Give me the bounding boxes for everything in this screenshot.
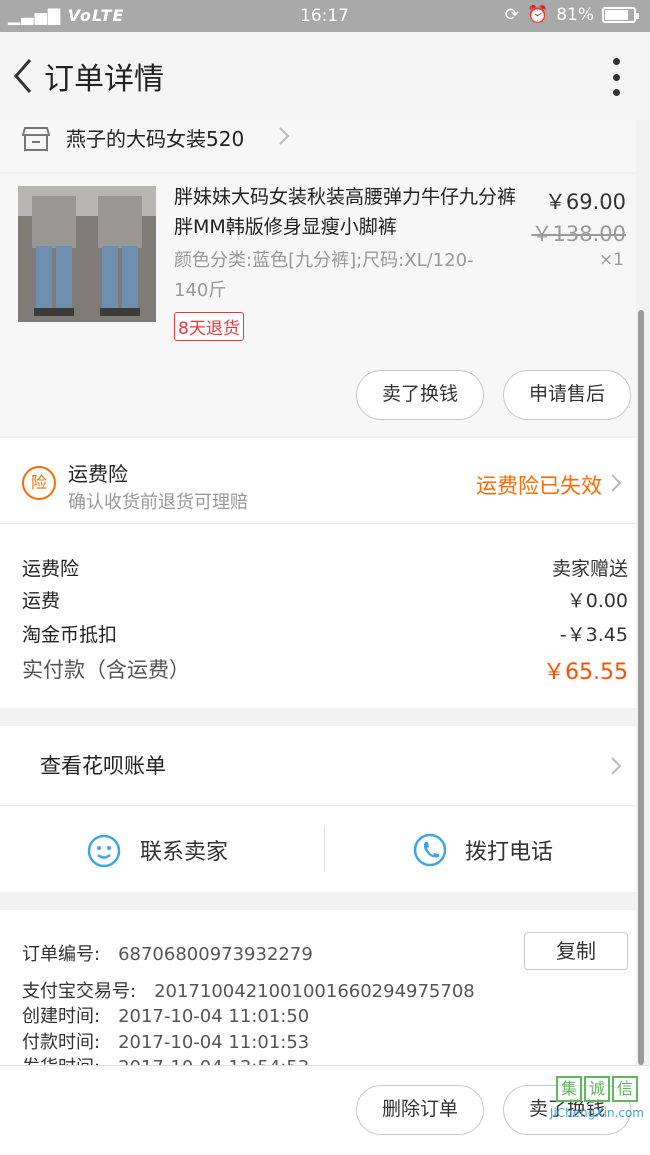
created-time-key: 创建时间: — [22, 1006, 101, 1027]
insurance-status: 运费险已失效 — [476, 474, 602, 498]
status-bar: ▁▃▅▇ VoLTE 16:17 ⟳ ⏰ 81% — [0, 0, 650, 32]
apply-after-sale-button[interactable]: 申请售后 — [503, 370, 631, 420]
phone-icon[interactable] — [412, 832, 448, 868]
alarm-icon: ⏰ — [527, 5, 549, 25]
fee-label-coins: 淘金币抵扣 — [22, 624, 118, 646]
copy-button[interactable]: 复制 — [524, 932, 628, 970]
created-time-value: 2017-10-04 11:01:50 — [118, 1006, 310, 1027]
shop-row[interactable]: 燕子的大码女装520 — [0, 120, 636, 172]
huabei-bill-row[interactable]: 查看花呗账单 — [0, 726, 636, 806]
shop-name: 燕子的大码女装520 — [66, 127, 245, 151]
lock-rotation-icon: ⟳ — [504, 5, 520, 25]
quantity: ×1 — [598, 250, 624, 270]
chevron-right-icon — [611, 757, 622, 775]
product-title[interactable]: 胖妹妹大码女装秋装高腰弹力牛仔九分裤 胖MM韩版修身显瘦小脚裤 — [174, 182, 530, 242]
product-image[interactable] — [18, 186, 156, 322]
shipped-time-key: 发货时间: — [22, 1057, 100, 1065]
payment-summary: 运费险 卖家赠送 运费 ￥0.00 淘金币抵扣 -￥3.45 实付款（含运费） … — [0, 524, 636, 708]
scrollbar[interactable] — [638, 310, 644, 1065]
freight-insurance-row[interactable]: 险 运费险 确认收货前退货可理赔 运费险已失效 — [0, 438, 636, 524]
created-time-row: 创建时间: 2017-10-04 11:01:50 — [22, 1002, 309, 1028]
delete-order-button[interactable]: 删除订单 — [356, 1085, 484, 1135]
alipay-trade-key: 支付宝交易号: — [22, 981, 137, 1002]
product-spec: 颜色分类:蓝色[九分裤];尺码:XL/120-140斤 — [174, 250, 474, 301]
signal-indicator: ▁▃▅▇ VoLTE — [8, 6, 124, 25]
fee-value-insurance: 卖家赠送 — [551, 558, 628, 580]
return-policy-badge: 8天退货 — [174, 312, 244, 341]
fee-label-insurance: 运费险 — [22, 558, 80, 580]
call-phone-button[interactable]: 拨打电话 — [465, 834, 553, 866]
watermark-logo: 集诚信 — [556, 1076, 638, 1102]
battery-percent: 81% — [556, 5, 594, 25]
insurance-subtitle: 确认收货前退货可理赔 — [68, 492, 248, 513]
order-number-row: 订单编号: 68706800973932279 — [22, 940, 313, 966]
network-type: VoLTE — [67, 6, 125, 25]
contact-seller-button[interactable]: 联系卖家 — [140, 834, 228, 866]
total-paid-value: ￥65.55 — [543, 660, 628, 685]
more-options-icon[interactable] — [612, 58, 620, 96]
clock: 16:17 — [300, 6, 349, 26]
store-icon — [22, 127, 50, 151]
app-header: 订单详情 — [0, 32, 650, 120]
signal-bars-icon: ▁▃▅▇ — [8, 6, 62, 25]
chevron-right-icon — [611, 474, 622, 492]
alipay-trade-row: 支付宝交易号: 2017100421001001660294975708 — [22, 977, 475, 1003]
order-info: 订单编号: 68706800973932279 复制 支付宝交易号: 2017100… — [0, 910, 636, 1065]
insurance-title: 运费险 — [68, 462, 128, 486]
sell-for-cash-button[interactable]: 卖了换钱 — [356, 370, 484, 420]
paid-time-key: 付款时间: — [22, 1032, 101, 1053]
insurance-icon: 险 — [22, 466, 56, 500]
paid-time-value: 2017-10-04 11:01:53 — [118, 1032, 310, 1053]
product-item[interactable]: 胖妹妹大码女装秋装高腰弹力牛仔九分裤 胖MM韩版修身显瘦小脚裤 颜色分类:蓝色[… — [0, 174, 636, 436]
alipay-trade-value: 2017100421001001660294975708 — [154, 981, 475, 1002]
original-price: ￥138.00 — [531, 222, 626, 246]
shipped-time-row: 发货时间: 2017-10-04 13:54:53 — [22, 1053, 309, 1065]
fee-label-shipping: 运费 — [22, 590, 61, 612]
back-arrow-icon[interactable] — [10, 56, 36, 96]
chevron-right-icon — [279, 127, 290, 145]
product-price: ￥69.00 — [544, 190, 626, 214]
contact-bar: 联系卖家 拨打电话 — [0, 806, 636, 892]
status-right: ⟳ ⏰ 81% — [504, 5, 639, 25]
order-number-value: 68706800973932279 — [118, 944, 313, 965]
fee-value-shipping: ￥0.00 — [566, 590, 628, 612]
divider — [324, 826, 325, 872]
shipped-time-value: 2017-10-04 13:54:53 — [118, 1057, 309, 1065]
huabei-bill-label: 查看花呗账单 — [40, 754, 166, 778]
order-number-key: 订单编号: — [22, 944, 101, 965]
battery-icon — [602, 7, 639, 23]
total-paid-label: 实付款（含运费） — [22, 658, 190, 682]
fee-value-coins: -￥3.45 — [559, 624, 628, 646]
watermark-text: JiChengXin.com — [549, 1106, 644, 1120]
paid-time-row: 付款时间: 2017-10-04 11:01:53 — [22, 1028, 309, 1054]
page-title: 订单详情 — [44, 62, 164, 97]
chat-bubble-icon[interactable] — [86, 832, 122, 868]
